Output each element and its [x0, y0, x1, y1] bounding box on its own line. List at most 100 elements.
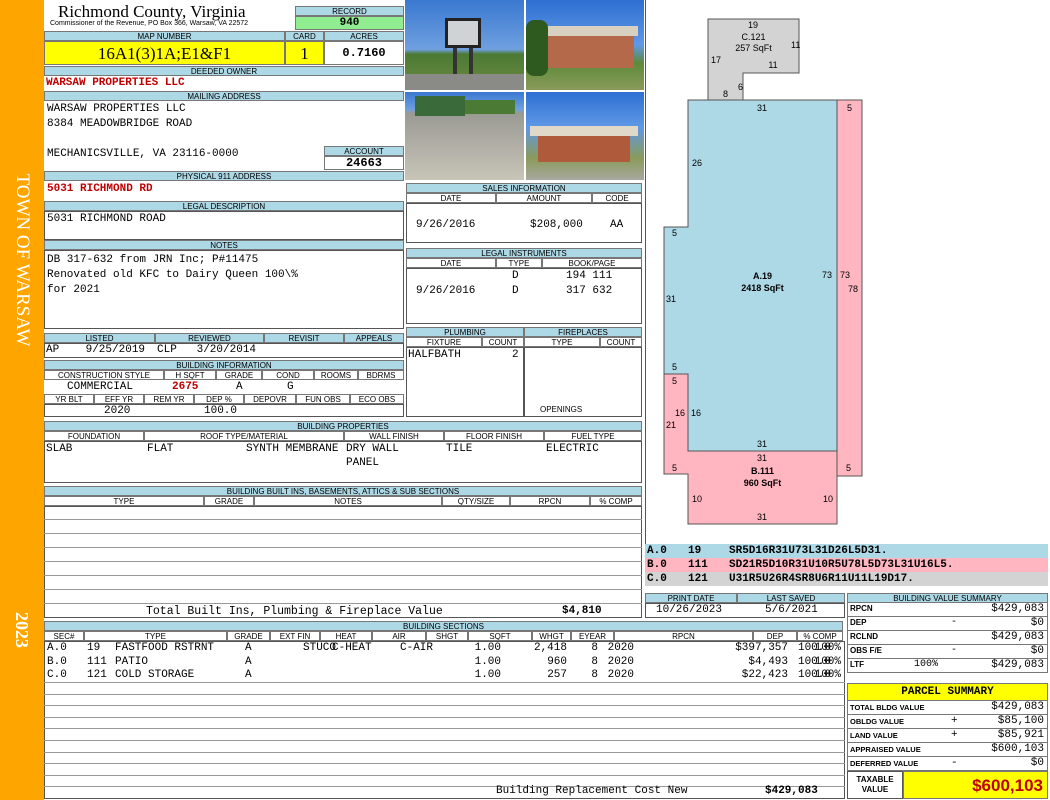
section-row: C.0 121 COLD STORAGE A 1.00 257 8 2020 $22,423 10…	[45, 669, 844, 682]
acres-value: 0.7160	[324, 41, 404, 65]
sales-code: AA	[610, 219, 624, 231]
reviewed-value: CLP 3/20/2014	[157, 344, 257, 356]
record-value: 940	[295, 16, 404, 30]
county-title: Richmond County, Virginia	[58, 2, 246, 21]
mailing-line: MECHANICSVILLE, VA 23116-0000	[47, 148, 239, 160]
row-divider	[44, 561, 642, 562]
fuel-type: ELECTRIC	[546, 443, 599, 455]
print-date: 10/26/2023	[656, 604, 723, 616]
floor-finish: TILE	[446, 443, 473, 455]
bp-col-wall: WALL FINISH	[344, 431, 444, 441]
sketch-dim: 8	[723, 89, 728, 99]
mailing-line: WARSAW PROPERTIES LLC	[47, 103, 186, 115]
section-cell: PATIO	[115, 655, 149, 668]
parcel-summary-header: PARCEL SUMMARY	[847, 683, 1048, 701]
value-summary-key: RPCN	[850, 604, 873, 613]
section-cell: 100%	[814, 669, 841, 681]
building-cond: G	[287, 381, 294, 393]
parcel-summary-row: OBLDG VALUE + $85,100	[847, 715, 1048, 729]
section-row: A.0 19 FASTFOOD RSTRNT A STUCO C-HEAT C-AIR 1.0…	[45, 642, 844, 655]
legend-code: 19	[688, 545, 702, 557]
legend-sec: B.0	[647, 559, 667, 571]
roof-material: SYNTH MEMBRANE	[246, 443, 339, 455]
property-photo-lot	[405, 92, 524, 180]
sketch-dim: 16	[691, 408, 701, 418]
legal-description: 5031 RICHMOND ROAD	[47, 213, 166, 225]
sales-date: 9/26/2016	[416, 219, 476, 231]
section-cell: FASTFOOD RSTRNT	[115, 642, 215, 654]
mailing-line	[47, 132, 238, 147]
bi-col-bdrms: BDRMS	[358, 370, 404, 380]
plumb-col-fixture: FIXTURE	[406, 337, 482, 347]
sketch-label-c: C.121 257 SqFt	[708, 32, 799, 54]
section-cell: A	[245, 669, 252, 681]
bi-col-depovr: DEPOVR	[244, 394, 296, 404]
row-divider	[44, 693, 845, 695]
sections-col-4: HEAT	[320, 631, 372, 641]
year-label: 2023	[12, 612, 32, 648]
sketch-dim: 31	[757, 439, 767, 449]
sketch-dim: 5	[672, 362, 677, 372]
legend-sec: C.0	[647, 573, 667, 585]
sketch-dim: 21	[666, 420, 676, 430]
sketch-dim: 5	[846, 463, 851, 473]
owner-name: WARSAW PROPERTIES LLC	[46, 77, 185, 89]
legend-desc: SR5D16R31U73L31D26L5D31.	[729, 545, 888, 557]
bi-col-yrblt: YR BLT	[44, 394, 94, 404]
sketch-dim: 5	[847, 103, 852, 113]
sections-col-2: GRADE	[227, 631, 270, 641]
account-value: 24663	[324, 156, 404, 170]
parcel-summary-op: +	[951, 729, 958, 741]
instr-type: D	[512, 285, 519, 297]
sketch-dim: 11	[768, 60, 777, 70]
sales-col-date: DATE	[406, 193, 496, 203]
fireplaces-header: FIREPLACES	[524, 327, 642, 337]
section-cell: COLD STORAGE	[115, 669, 195, 681]
row-divider	[44, 603, 642, 604]
bin-col-type: TYPE	[44, 496, 204, 506]
owner-header: DEEDED OWNER	[44, 66, 404, 76]
parcel-summary-row: LAND VALUE + $85,921	[847, 729, 1048, 743]
section-cell: 2,418	[533, 642, 567, 654]
sketch-label-b: B.111 960 SqFt	[688, 465, 837, 489]
sketch-dim: 10	[692, 494, 702, 504]
dep-percent: 100.0	[204, 405, 238, 417]
sketch-c-area: 257 SqFt	[735, 43, 772, 53]
value-summary-row: RPCN $429,083	[847, 603, 1048, 617]
listed-value: AP 9/25/2019	[46, 344, 146, 356]
section-cell: 19	[87, 642, 101, 654]
bi-col-ecoobs: ECO OBS	[350, 394, 404, 404]
sketch-dim: 31	[757, 103, 767, 113]
row-divider	[44, 740, 845, 741]
legend-code: 121	[688, 573, 708, 585]
section-cell: C-HEAT	[332, 642, 372, 654]
property-photo-sign	[405, 0, 524, 90]
parcel-summary-value: $600,103	[991, 743, 1044, 755]
card-header: CARD	[285, 31, 324, 41]
wall-finish: PANEL	[346, 457, 380, 469]
value-summary-row: DEP - $0	[847, 617, 1048, 631]
instr-book: 317 632	[566, 285, 613, 297]
row-divider	[44, 716, 845, 718]
section-cell: 2020	[607, 655, 634, 668]
instruments-header: LEGAL INSTRUMENTS	[406, 248, 642, 258]
construction-style: COMMERCIAL	[67, 381, 134, 393]
parcel-summary-key: TOTAL BLDG VALUE	[850, 703, 925, 712]
row-divider	[44, 728, 845, 730]
parcel-summary-row: DEFERRED VALUE - $0	[847, 757, 1048, 771]
row-divider	[44, 547, 642, 548]
value-summary-op: -	[951, 617, 958, 628]
sidebar	[0, 0, 44, 800]
section-cell: A	[245, 655, 252, 668]
bi-col-cond: COND	[262, 370, 314, 380]
bi-col-dep: DEP %	[194, 394, 244, 404]
sections-col-6: SHGT	[426, 631, 468, 641]
sales-col-amount: AMOUNT	[496, 193, 592, 203]
section-cell: 1.00	[474, 669, 501, 681]
row-divider	[44, 519, 642, 520]
mailing-address: WARSAW PROPERTIES LLC 8384 MEADOWBRIDGE …	[47, 102, 238, 162]
section-cell: 8	[591, 642, 598, 654]
section-cell: 111	[87, 655, 107, 668]
card-number: 1	[285, 41, 324, 65]
instr-col-date: DATE	[406, 258, 496, 268]
